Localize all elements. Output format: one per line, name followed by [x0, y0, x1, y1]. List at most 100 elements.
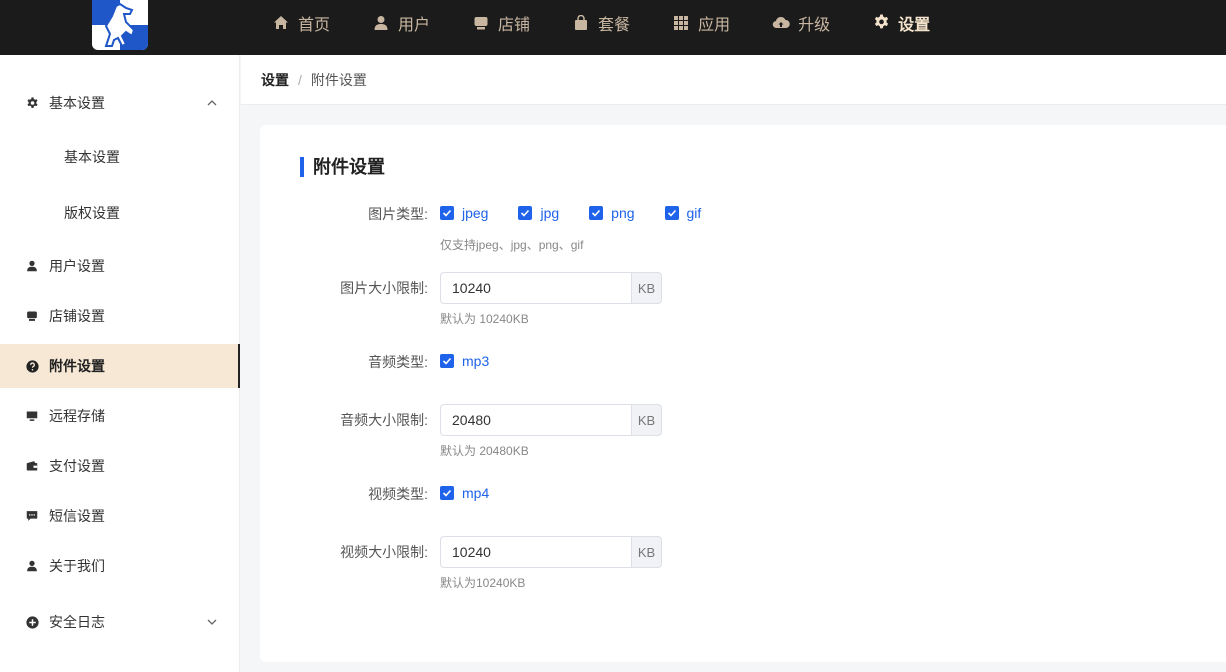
nav-users[interactable]: 用户: [372, 0, 430, 45]
grid-icon: [672, 14, 690, 32]
sidebar-item-label: 基本设置: [64, 149, 120, 165]
checkbox-jpg[interactable]: jpg: [518, 205, 559, 221]
chevron-down-icon: [207, 619, 217, 625]
question-circle-icon: [25, 359, 39, 373]
sidebar-item-label: 关于我们: [49, 558, 105, 574]
checkbox-gif[interactable]: gif: [664, 205, 702, 221]
nav-label: 店铺: [498, 16, 531, 34]
card-title: 附件设置: [300, 157, 385, 177]
cloud-upload-icon: [772, 14, 790, 32]
user-icon: [25, 259, 39, 273]
sidebar-item-about-us[interactable]: 关于我们: [0, 544, 240, 588]
audio-size-unit: KB: [631, 404, 662, 436]
image-size-hint: 默认为 10240KB: [440, 312, 529, 326]
checkbox-label: gif: [686, 205, 702, 221]
home-icon: [272, 14, 290, 32]
plus-circle-icon: [25, 615, 39, 629]
checkbox-label: jpg: [540, 205, 560, 221]
audio-size-input[interactable]: [440, 404, 631, 436]
horse-icon: [104, 2, 136, 48]
check-icon: [518, 206, 533, 220]
image-types-checkboxes: jpeg jpg png gif: [440, 205, 731, 221]
sidebar-item-user-settings[interactable]: 用户设置: [0, 244, 240, 288]
checkbox-mp3[interactable]: mp3: [440, 353, 489, 369]
sidebar-subitem-basic-settings[interactable]: 基本设置: [0, 135, 240, 179]
sidebar-item-attachment-settings[interactable]: 附件设置: [0, 344, 240, 388]
nav-package[interactable]: 套餐: [572, 0, 630, 45]
image-types-label: 图片类型:: [368, 206, 428, 222]
gear-icon: [25, 96, 39, 110]
bag-icon: [572, 14, 590, 32]
breadcrumb-separator: /: [298, 71, 302, 88]
monitor-icon: [25, 409, 39, 423]
sidebar-item-label: 用户设置: [49, 258, 105, 274]
video-size-unit: KB: [631, 536, 662, 568]
check-icon: [440, 486, 454, 500]
check-icon: [664, 206, 679, 220]
video-size-hint: 默认为10240KB: [440, 576, 526, 590]
checkbox-jpeg[interactable]: jpeg: [440, 205, 488, 221]
sidebar-item-label: 版权设置: [64, 205, 120, 221]
nav-label: 设置: [898, 16, 931, 34]
audio-size-hint: 默认为 20480KB: [440, 444, 529, 458]
image-types-hint: 仅支持jpeg、jpg、png、gif: [440, 238, 584, 252]
sidebar-item-label: 安全日志: [49, 614, 105, 630]
sidebar-item-security-log[interactable]: 安全日志: [0, 600, 240, 644]
checkbox-png[interactable]: png: [589, 205, 635, 221]
video-size-input[interactable]: [440, 536, 631, 568]
sidebar-item-label: 附件设置: [49, 358, 105, 374]
store-icon: [25, 309, 39, 323]
nav-label: 套餐: [598, 16, 631, 34]
wallet-icon: [25, 459, 39, 473]
user-icon: [372, 14, 390, 32]
checkbox-label: png: [611, 205, 635, 221]
image-size-unit: KB: [631, 272, 662, 304]
nav-label: 升级: [798, 16, 831, 34]
sidebar-item-remote-storage[interactable]: 远程存储: [0, 394, 240, 438]
check-icon: [440, 206, 454, 220]
checkbox-label: mp3: [462, 353, 490, 369]
checkbox-mp4[interactable]: mp4: [440, 485, 489, 501]
sidebar-item-label: 店铺设置: [49, 308, 105, 324]
nav-upgrade[interactable]: 升级: [772, 0, 830, 45]
sidebar-subitem-copyright[interactable]: 版权设置: [0, 191, 240, 235]
sidebar-item-payment-settings[interactable]: 支付设置: [0, 444, 240, 488]
chevron-up-icon: [207, 100, 217, 106]
breadcrumb-root[interactable]: 设置: [261, 70, 289, 90]
checkbox-label: jpeg: [462, 205, 489, 221]
audio-size-label: 音频大小限制:: [340, 412, 428, 428]
message-icon: [25, 509, 39, 523]
video-size-label: 视频大小限制:: [340, 544, 428, 560]
logo[interactable]: [92, 0, 148, 50]
audio-types-label: 音频类型:: [368, 354, 428, 370]
sidebar-item-label: 短信设置: [49, 508, 105, 524]
sidebar-item-sms-settings[interactable]: 短信设置: [0, 494, 240, 538]
main-nav: 首页 用户 店铺 套餐 应用 升级 设置: [272, 0, 972, 45]
sidebar-item-basic-settings[interactable]: 基本设置: [0, 81, 240, 125]
top-navbar: 首页 用户 店铺 套餐 应用 升级 设置: [0, 0, 1226, 55]
breadcrumb-current: 附件设置: [310, 71, 367, 88]
store-icon: [472, 14, 490, 32]
check-icon: [589, 206, 604, 220]
nav-apps[interactable]: 应用: [672, 0, 730, 45]
image-size-label: 图片大小限制:: [340, 280, 428, 296]
sidebar-item-label: 基本设置: [49, 95, 105, 111]
video-types-label: 视频类型:: [368, 486, 428, 502]
sidebar-item-label: 支付设置: [49, 458, 105, 474]
image-size-input[interactable]: [440, 272, 631, 304]
nav-label: 用户: [398, 16, 431, 34]
check-icon: [440, 354, 454, 368]
nav-settings[interactable]: 设置: [872, 0, 930, 45]
audio-size-input-group: KB: [440, 404, 662, 436]
nav-label: 应用: [698, 16, 731, 34]
video-types-checkboxes: mp4: [440, 485, 519, 501]
nav-store[interactable]: 店铺: [472, 0, 530, 45]
user-icon: [25, 559, 39, 573]
sidebar: 基本设置 基本设置 版权设置 用户设置 店铺设置 附件设置 远程存储 支付设置: [0, 55, 240, 672]
sidebar-item-store-settings[interactable]: 店铺设置: [0, 294, 240, 338]
attachment-settings-card: 附件设置 图片类型: jpeg jpg png gif 仅支持jpeg、jpg、…: [260, 125, 1226, 662]
video-size-input-group: KB: [440, 536, 662, 568]
nav-home[interactable]: 首页: [272, 0, 330, 45]
nav-label: 首页: [298, 16, 331, 34]
checkbox-label: mp4: [462, 485, 490, 501]
